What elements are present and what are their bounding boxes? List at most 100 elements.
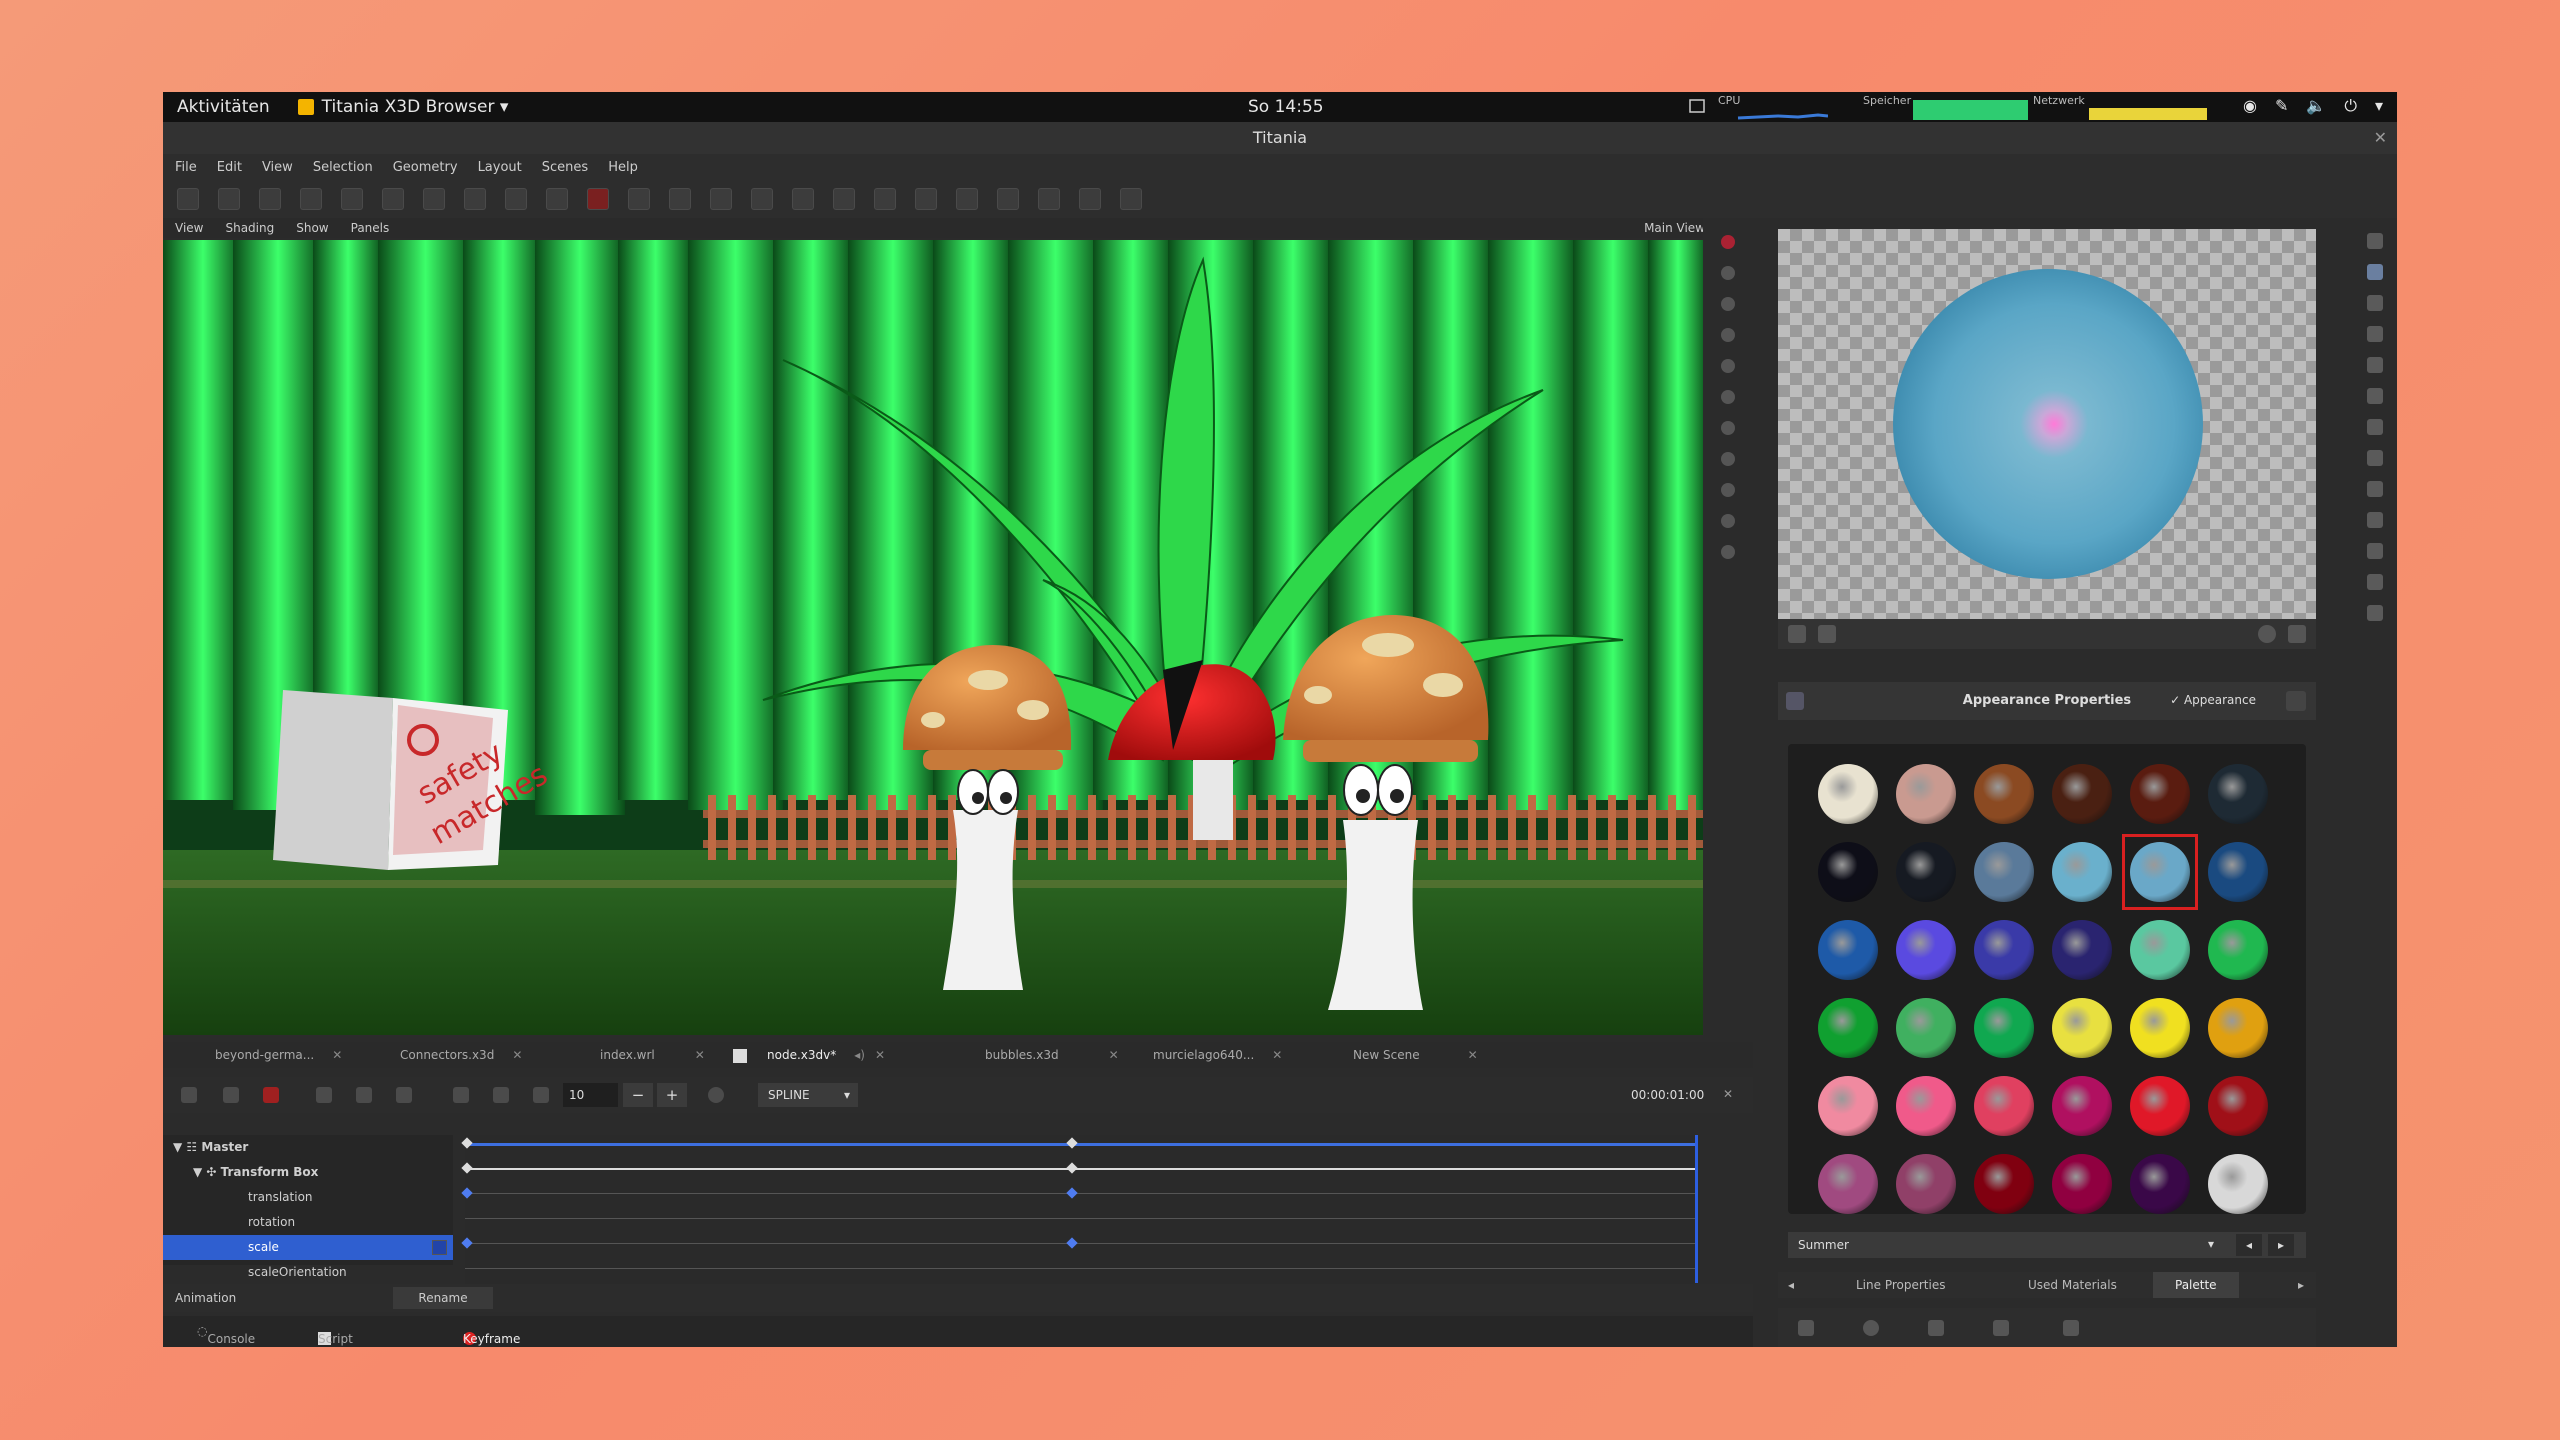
file-tab[interactable]: murcielago640... ✕	[1153, 1048, 1282, 1062]
moon-icon[interactable]	[710, 188, 732, 210]
material-swatch[interactable]	[1818, 764, 1878, 824]
new-animation-icon[interactable]	[181, 1087, 197, 1103]
material-swatch[interactable]	[2130, 920, 2190, 980]
texture-icon[interactable]	[956, 188, 978, 210]
layer-editor-icon[interactable]	[2367, 388, 2383, 404]
menu-view[interactable]: View	[262, 160, 293, 175]
material-swatch[interactable]	[1896, 998, 1956, 1058]
viewport-menu-show[interactable]: Show	[296, 221, 328, 235]
file-tab[interactable]: beyond-germa... ✕	[215, 1048, 342, 1062]
library-icon[interactable]	[1798, 1320, 1814, 1336]
redo-icon[interactable]	[423, 188, 445, 210]
palette-select[interactable]: Summer ▾ ◂ ▸	[1788, 1232, 2306, 1258]
material-swatch[interactable]	[1896, 920, 1956, 980]
navigation-editor-icon[interactable]	[2367, 419, 2383, 435]
close-icon[interactable]: ✕	[1723, 1087, 1739, 1103]
tree-row-master[interactable]: ▼ ☷ Master	[163, 1135, 453, 1160]
material-swatch[interactable]	[1896, 842, 1956, 902]
keyframe-marker[interactable]	[461, 1237, 473, 1249]
material-swatch[interactable]	[1896, 1154, 1956, 1214]
menu-help[interactable]: Help	[608, 160, 638, 175]
material-swatch[interactable]	[1896, 764, 1956, 824]
material-swatch[interactable]	[1818, 998, 1878, 1058]
material-swatch[interactable]	[1974, 1076, 2034, 1136]
viewport-menu-panels[interactable]: Panels	[351, 221, 390, 235]
material-swatch[interactable]	[2052, 998, 2112, 1058]
trash-icon[interactable]	[1993, 1320, 2009, 1336]
box-tab-icon[interactable]	[1928, 1320, 1944, 1336]
sphere-icon[interactable]	[751, 188, 773, 210]
material-swatch[interactable]	[1974, 764, 2034, 824]
light-editor-icon[interactable]	[2367, 450, 2383, 466]
close-icon[interactable]: ✕	[332, 1048, 342, 1062]
save-icon[interactable]	[341, 188, 363, 210]
palette-next-button[interactable]: ▸	[2268, 1234, 2294, 1256]
close-icon[interactable]: ✕	[1272, 1048, 1282, 1062]
preview-sphere-icon[interactable]	[2258, 625, 2276, 643]
file-tab-active[interactable]: node.x3dv* ◂) ✕	[733, 1048, 885, 1063]
first-frame-icon[interactable]	[453, 1087, 469, 1103]
material-swatch[interactable]	[1974, 842, 2034, 902]
material-swatch[interactable]	[2052, 920, 2112, 980]
rename-button[interactable]: Rename	[393, 1287, 493, 1309]
close-icon[interactable]: ✕	[1468, 1048, 1478, 1062]
play-icon[interactable]	[1721, 328, 1735, 342]
undo-icon[interactable]	[382, 188, 404, 210]
preview-refresh-icon[interactable]	[1818, 625, 1836, 643]
chevron-right-icon[interactable]: ▸	[2298, 1278, 2304, 1292]
play-icon[interactable]	[493, 1087, 509, 1103]
tab-line-properties[interactable]: Line Properties	[1856, 1278, 1945, 1292]
tab-palette[interactable]: Palette	[2153, 1272, 2239, 1298]
add-member-icon[interactable]	[223, 1087, 239, 1103]
tree-row-transform[interactable]: ▼ ✣ Transform Box	[163, 1160, 453, 1185]
material-swatch[interactable]	[2208, 998, 2268, 1058]
lookat-icon[interactable]	[1721, 452, 1735, 466]
close-icon[interactable]: ✕	[875, 1048, 885, 1062]
navigation-icon[interactable]	[1721, 235, 1735, 249]
menu-file[interactable]: File	[175, 160, 197, 175]
box-icon[interactable]	[792, 188, 814, 210]
chevron-down-icon[interactable]: ▾	[2375, 96, 2383, 116]
material-swatch[interactable]	[1818, 920, 1878, 980]
last-frame-icon[interactable]	[533, 1087, 549, 1103]
keyframe-marker[interactable]	[461, 1137, 473, 1149]
console-tab[interactable]: ◌ Console	[197, 1324, 255, 1346]
keyframe-marker[interactable]	[461, 1162, 473, 1174]
material-swatch[interactable]	[2130, 1154, 2190, 1214]
zoom-fit-icon[interactable]	[1721, 545, 1735, 559]
material-swatch[interactable]	[1974, 998, 2034, 1058]
geometry-editor-icon[interactable]	[2367, 326, 2383, 342]
material-swatch[interactable]	[1818, 1076, 1878, 1136]
hand-icon[interactable]	[1721, 266, 1735, 280]
edit-icon[interactable]	[546, 188, 568, 210]
accessibility-icon[interactable]: ◉	[2243, 96, 2257, 116]
material-swatch[interactable]	[1818, 842, 1878, 902]
keyframe-timeline[interactable]	[461, 1135, 1698, 1285]
material-swatch[interactable]	[2130, 998, 2190, 1058]
tree-row-field-selected[interactable]: scale	[163, 1235, 453, 1260]
system-tray[interactable]: ◉ ✎ 🔈 ⏻ ▾	[2243, 96, 2383, 116]
volume-icon[interactable]: 🔈	[2306, 96, 2326, 116]
material-swatch[interactable]	[2052, 1076, 2112, 1136]
timeline-end-marker[interactable]	[1695, 1135, 1698, 1283]
appearance-editor-icon[interactable]	[2367, 264, 2383, 280]
outline-editor-icon[interactable]	[464, 188, 486, 210]
material-swatch[interactable]	[1974, 920, 2034, 980]
select-icon[interactable]	[1721, 514, 1735, 528]
menu-selection[interactable]: Selection	[313, 160, 373, 175]
close-icon[interactable]: ✕	[512, 1048, 522, 1062]
file-tab[interactable]: bubbles.x3d ✕	[985, 1048, 1119, 1062]
chevron-left-icon[interactable]: ◂	[1788, 1278, 1794, 1292]
brush-icon[interactable]	[1038, 188, 1060, 210]
straighten-icon[interactable]	[1721, 483, 1735, 497]
material-swatch[interactable]	[2052, 842, 2112, 902]
node-properties-icon[interactable]	[505, 188, 527, 210]
material-swatch[interactable]	[2130, 1076, 2190, 1136]
preview-camera-icon[interactable]	[2288, 625, 2306, 643]
viewport-menu-shading[interactable]: Shading	[225, 221, 274, 235]
precision-editor-icon[interactable]	[2367, 605, 2383, 621]
tree-row-checkbox[interactable]	[432, 1240, 447, 1255]
keyframe-marker[interactable]	[1066, 1187, 1078, 1199]
chart-icon[interactable]	[997, 188, 1019, 210]
appearance-checkbox[interactable]: ✓ Appearance	[2170, 693, 2256, 707]
